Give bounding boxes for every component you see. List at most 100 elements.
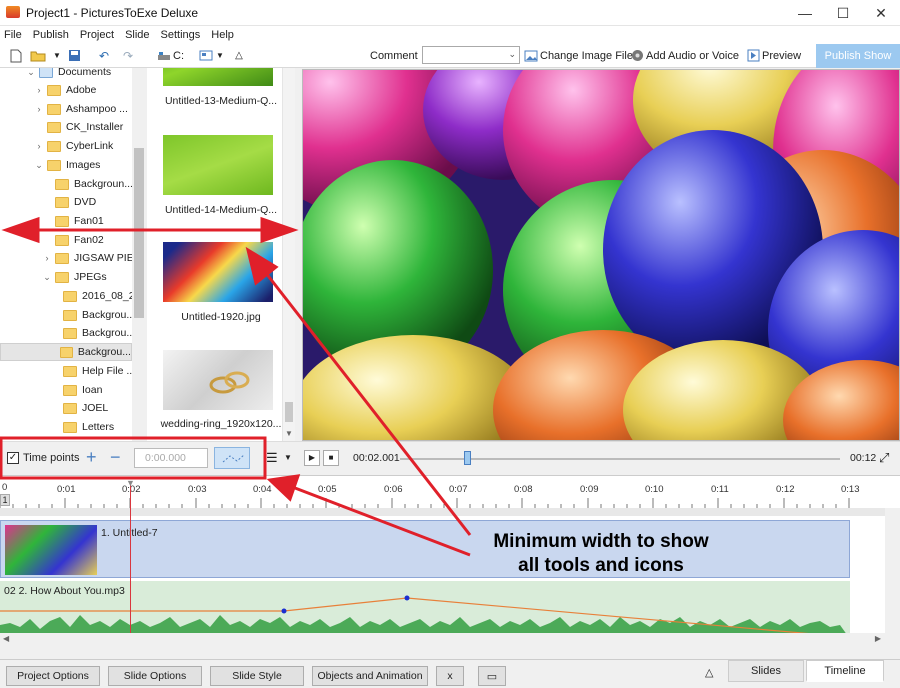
open-folder-icon[interactable] (30, 48, 46, 63)
play-button[interactable]: ▶ (304, 450, 320, 466)
curve-mode-button[interactable] (214, 447, 250, 469)
menu-settings[interactable]: Settings (161, 29, 201, 41)
triangle-up-icon[interactable]: △ (231, 48, 247, 63)
collapse-icon[interactable]: △ (705, 666, 713, 679)
close-button[interactable]: ✕ (864, 0, 898, 26)
undo-icon[interactable]: ↶ (96, 48, 112, 63)
add-audio-label[interactable]: Add Audio or Voice (646, 50, 739, 62)
chevron-right-icon[interactable]: › (34, 85, 44, 95)
objects-animation-button[interactable]: Objects and Animation (312, 666, 428, 686)
scroll-right-icon[interactable]: ▶ (875, 634, 881, 643)
annotation-line-1: Minimum width to show (493, 531, 709, 552)
scrollbar-thumb[interactable] (134, 148, 144, 318)
tree-item-2016[interactable]: 2016_08_29 (50, 287, 140, 305)
x-button[interactable]: x (436, 666, 464, 686)
tree-item-background-1[interactable]: Backgrou... (50, 306, 135, 324)
folder-icon (47, 159, 61, 171)
scroll-left-icon[interactable]: ◀ (3, 634, 9, 643)
timeline-horizontal-scrollbar[interactable]: ◀ ▶ (0, 633, 885, 646)
tree-item-ck-installer[interactable]: CK_Installer (34, 118, 123, 136)
tree-item-images[interactable]: ⌄ Images (34, 156, 100, 174)
slide-preview[interactable] (302, 69, 900, 441)
scroll-down-icon[interactable]: ▼ (285, 429, 293, 438)
playhead-marker-icon[interactable]: ▼ (126, 478, 135, 488)
tree-item-background-selected[interactable]: Backgrou... (0, 343, 132, 361)
window-toggle-button[interactable]: ▭ (478, 666, 506, 686)
save-icon[interactable] (66, 48, 82, 63)
tree-item-cyberlink[interactable]: › CyberLink (34, 137, 114, 155)
playback-slider-thumb[interactable] (464, 451, 471, 465)
app-icon (6, 6, 20, 18)
tree-item-jpegs[interactable]: ⌄ JPEGs (42, 268, 106, 286)
thumbnail-label: Untitled-1920.jpg (181, 311, 261, 323)
new-file-icon[interactable] (8, 48, 24, 63)
thumbnail-scrollbar[interactable]: ▼ (282, 68, 295, 441)
tree-item-dvd[interactable]: DVD (42, 193, 96, 211)
slide-style-button[interactable]: Slide Style (210, 666, 304, 686)
menu-help[interactable]: Help (211, 29, 234, 41)
menu-list-icon[interactable]: ☰ (266, 450, 278, 466)
audio-icon[interactable] (629, 48, 645, 63)
chevron-right-icon[interactable]: › (42, 253, 52, 263)
tab-slides[interactable]: Slides (728, 660, 804, 682)
chevron-down-icon[interactable]: ⌄ (42, 272, 52, 283)
tree-item-jigsaw[interactable]: › JIGSAW PIE... (42, 249, 143, 267)
minimize-button[interactable]: — (788, 0, 822, 26)
thumbnail-image-1920[interactable] (163, 242, 273, 302)
audio-track[interactable]: 02 2. How About You.mp3 (0, 581, 850, 639)
change-image-icon[interactable] (523, 48, 539, 63)
tree-item-help-file[interactable]: Help File ... (50, 362, 135, 380)
tree-item-ashampoo[interactable]: › Ashampoo ... (34, 100, 128, 118)
preview-icon[interactable] (745, 48, 761, 63)
window-icon: ▭ (486, 670, 498, 683)
tab-timeline[interactable]: Timeline (806, 660, 884, 682)
add-point-icon[interactable]: + (86, 447, 97, 468)
publish-show-button[interactable]: Publish Show (816, 44, 900, 68)
chevron-down-icon[interactable]: ▼ (49, 48, 65, 63)
maximize-button[interactable]: ☐ (826, 0, 860, 26)
remove-point-icon[interactable]: − (110, 447, 121, 468)
tree-item-ioan[interactable]: Ioan (50, 381, 102, 399)
preview-label[interactable]: Preview (762, 50, 801, 62)
scrollbar-thumb[interactable] (285, 402, 293, 422)
stop-button[interactable]: ■ (323, 450, 339, 466)
time-input[interactable]: 0:00.000 (134, 448, 208, 468)
thumbnail-image-wedding[interactable] (163, 350, 273, 410)
chevron-down-icon[interactable]: ⌄ (26, 68, 36, 78)
redo-icon[interactable]: ↷ (120, 48, 136, 63)
tree-item-label: JOEL (82, 402, 109, 414)
thumbnail-image-13[interactable] (163, 68, 273, 86)
tree-item-background-2[interactable]: Backgrou... (50, 324, 135, 342)
tree-item-adobe[interactable]: › Adobe (34, 81, 97, 99)
timeline-vertical-scrollbar[interactable] (885, 508, 900, 646)
slide-options-button[interactable]: Slide Options (108, 666, 202, 686)
tree-item-documents[interactable]: ⌄ Documents (26, 68, 111, 81)
chevron-down-icon[interactable]: ▼ (284, 453, 292, 462)
menu-slide[interactable]: Slide (125, 29, 149, 41)
tree-item-fan01[interactable]: Fan01 (42, 212, 104, 230)
chevron-right-icon[interactable]: › (34, 141, 44, 151)
fullscreen-icon[interactable]: ⤢ (879, 450, 889, 466)
tree-item-background[interactable]: Backgroun... (42, 175, 133, 193)
playhead-line[interactable] (130, 484, 131, 646)
tree-scrollbar[interactable] (132, 68, 146, 441)
change-image-label[interactable]: Change Image File (540, 50, 633, 62)
thumbnail-image-14[interactable] (163, 135, 273, 195)
documents-folder-icon (39, 68, 53, 78)
menu-file[interactable]: File (4, 29, 22, 41)
chevron-right-icon[interactable]: › (34, 104, 44, 114)
slide-thumbnail[interactable] (5, 525, 97, 575)
chevron-down-icon[interactable]: ⌄ (34, 160, 44, 171)
project-options-button[interactable]: Project Options (6, 666, 100, 686)
menu-publish[interactable]: Publish (33, 29, 69, 41)
tree-item-fan02[interactable]: Fan02 (42, 231, 104, 249)
thumbnail-label: Untitled-14-Medium-Q... (164, 204, 278, 216)
tree-item-joel[interactable]: JOEL (50, 399, 108, 417)
tree-item-letters[interactable]: Letters (50, 418, 114, 436)
comment-select[interactable]: ⌄ (422, 46, 520, 64)
drive-label[interactable]: C: (173, 50, 184, 62)
time-points-checkbox[interactable]: ✓ (7, 452, 19, 464)
chevron-down-icon[interactable]: ▼ (212, 48, 228, 63)
drive-icon[interactable] (156, 48, 172, 63)
menu-project[interactable]: Project (80, 29, 114, 41)
